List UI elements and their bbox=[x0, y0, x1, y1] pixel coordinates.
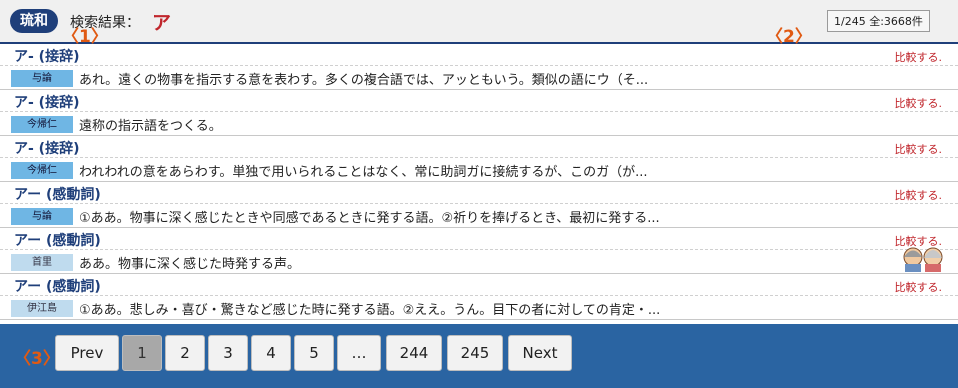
page-button-2[interactable]: 2 bbox=[165, 335, 205, 371]
compare-link[interactable]: 比較する. bbox=[895, 187, 943, 203]
search-term: ア bbox=[152, 12, 172, 34]
page-button-3[interactable]: 3 bbox=[208, 335, 248, 371]
compare-link[interactable]: 比較する. bbox=[895, 49, 943, 65]
entry-headword[interactable]: アー (感動詞) bbox=[14, 184, 101, 204]
entry-headword[interactable]: アー (感動詞) bbox=[14, 230, 101, 250]
annotation-marker-3: 〈3〉 bbox=[14, 349, 60, 369]
entry-headword[interactable]: ア- (接辞) bbox=[14, 92, 79, 112]
list-item[interactable]: アー (感動詞) 比較する. 首里 ああ。物事に深く感じた時発する声。 bbox=[0, 228, 958, 274]
list-item[interactable]: ア- (接辞) 比較する. 今帰仁 遠称の指示語をつくる。 bbox=[0, 90, 958, 136]
compare-link[interactable]: 比較する. bbox=[895, 141, 943, 157]
header-bar: 琉和 検索結果： ア 〈1〉 1/245 全:3668件 〈2〉 bbox=[0, 0, 958, 47]
result-counter: 1/245 全:3668件 bbox=[827, 10, 930, 32]
list-item[interactable]: アー (感動詞) 比較する. 与論 ①ああ。物事に深く感じたときや同感であるとき… bbox=[0, 182, 958, 228]
entry-meaning: われわれの意をあらわす。単独で用いられることはなく、常に助詞ガに接続するが、この… bbox=[79, 165, 648, 180]
entry-meaning: 遠称の指示語をつくる。 bbox=[79, 119, 222, 134]
list-item[interactable]: アー (感動詞) 比較する. 伊江島 ①ああ。悲しみ・喜び・驚きなど感じた時に発… bbox=[0, 274, 958, 320]
page-button-4[interactable]: 4 bbox=[251, 335, 291, 371]
page-button-245[interactable]: 245 bbox=[447, 335, 503, 371]
compare-link[interactable]: 比較する. bbox=[895, 279, 943, 295]
page-button-244[interactable]: 244 bbox=[386, 335, 442, 371]
dialect-badge: 今帰仁 bbox=[11, 116, 73, 133]
entry-meaning: ①ああ。悲しみ・喜び・驚きなど感じた時に発する語。②ええ。うん。目下の者に対して… bbox=[79, 303, 661, 318]
next-page-button[interactable]: Next bbox=[508, 335, 572, 371]
page-button-1[interactable]: 1 bbox=[122, 335, 162, 371]
entry-meaning: ①ああ。物事に深く感じたときや同感であるときに発する語。②祈りを捧げるとき、最初… bbox=[79, 211, 660, 226]
entry-headword[interactable]: ア- (接辞) bbox=[14, 46, 79, 66]
dialect-badge: 首里 bbox=[11, 254, 73, 271]
entry-meaning: あれ。遠くの物事を指示する意を表わす。多くの複合語では、アッともいう。類似の語に… bbox=[79, 73, 649, 88]
compare-link[interactable]: 比較する. bbox=[895, 95, 943, 111]
dialect-badge: 与論 bbox=[11, 70, 73, 87]
app-logo[interactable]: 琉和 bbox=[10, 9, 58, 33]
entry-meaning: ああ。物事に深く感じた時発する声。 bbox=[79, 257, 301, 272]
result-list: ア- (接辞) 比較する. 与論 あれ。遠くの物事を指示する意を表わす。多くの複… bbox=[0, 44, 958, 324]
entry-headword[interactable]: アー (感動詞) bbox=[14, 276, 101, 296]
list-item[interactable]: ア- (接辞) 比較する. 与論 あれ。遠くの物事を指示する意を表わす。多くの複… bbox=[0, 44, 958, 90]
dialect-badge: 伊江島 bbox=[11, 300, 73, 317]
dialect-badge: 今帰仁 bbox=[11, 162, 73, 179]
pagination-bar: 〈3〉 Prev 1 2 3 4 5 … 244 245 Next bbox=[0, 324, 958, 388]
page-button-5[interactable]: 5 bbox=[294, 335, 334, 371]
dialect-badge: 与論 bbox=[11, 208, 73, 225]
elderly-speakers-icon[interactable] bbox=[900, 244, 946, 272]
list-item[interactable]: ア- (接辞) 比較する. 今帰仁 われわれの意をあらわす。単独で用いられること… bbox=[0, 136, 958, 182]
page-ellipsis: … bbox=[337, 335, 381, 371]
entry-headword[interactable]: ア- (接辞) bbox=[14, 138, 79, 158]
prev-page-button[interactable]: Prev bbox=[55, 335, 119, 371]
